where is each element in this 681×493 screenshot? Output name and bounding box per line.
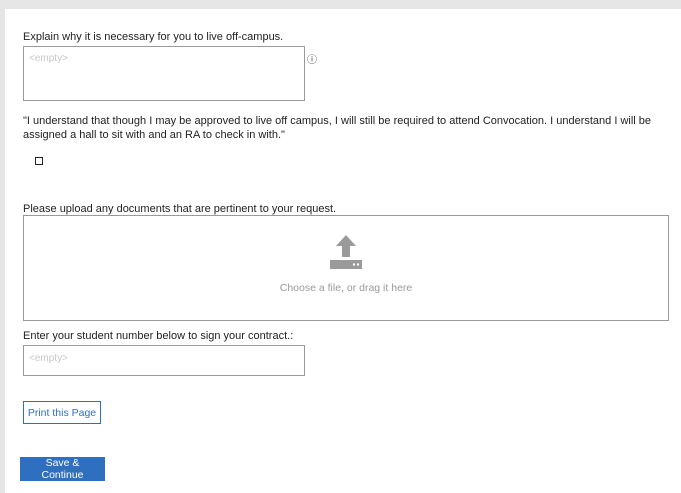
file-dropzone[interactable]: Choose a file, or drag it here <box>23 215 669 321</box>
offcampus-question-label: Explain why it is necessary for you to l… <box>23 31 284 43</box>
dropzone-text: Choose a file, or drag it here <box>279 282 413 294</box>
convocation-statement: "I understand that though I may be appro… <box>23 115 652 141</box>
form-panel: Explain why it is necessary for you to l… <box>5 9 681 493</box>
convocation-checkbox[interactable] <box>35 157 43 165</box>
offcampus-reason-textarea[interactable]: <empty> <box>23 46 305 101</box>
student-number-label: Enter your student number below to sign … <box>23 330 294 342</box>
student-number-input[interactable]: <empty> <box>23 345 305 376</box>
upload-label: Please upload any documents that are per… <box>23 203 337 215</box>
save-continue-button[interactable]: Save & Continue <box>20 457 105 481</box>
info-icon[interactable]: ⓘ <box>307 51 317 66</box>
print-page-button[interactable]: Print this Page <box>23 401 101 424</box>
upload-icon <box>330 235 362 269</box>
